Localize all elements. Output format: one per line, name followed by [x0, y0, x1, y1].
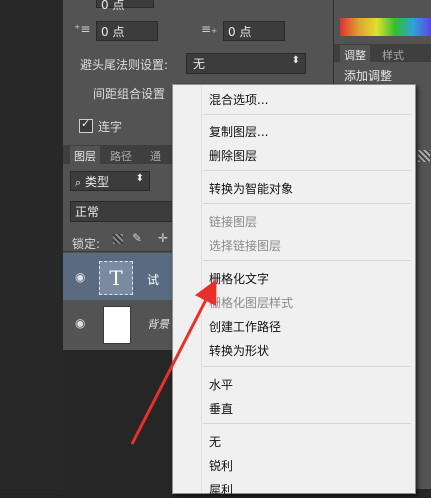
annotation-arrow-icon	[130, 279, 217, 445]
